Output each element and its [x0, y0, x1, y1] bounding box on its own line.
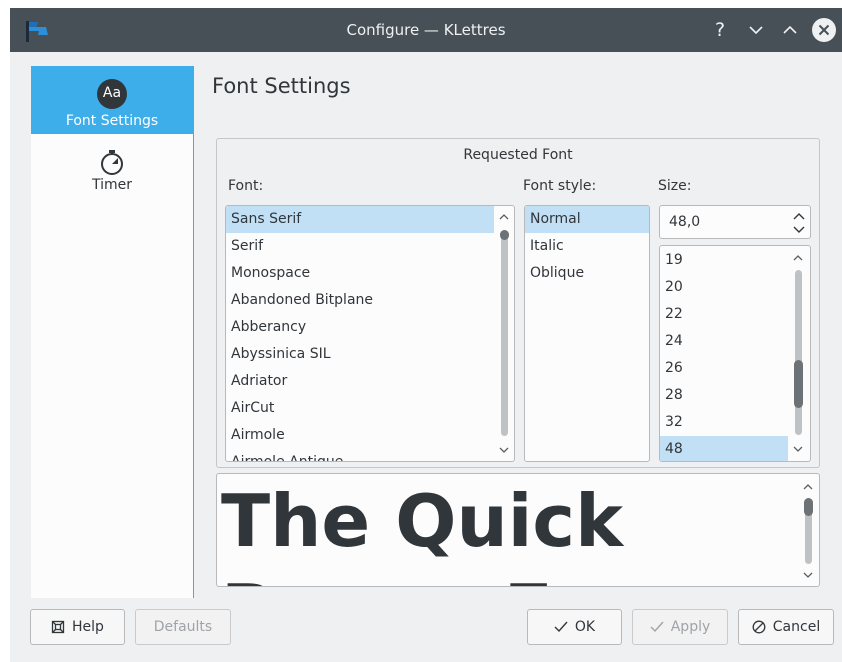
minimize-icon[interactable]: [743, 17, 769, 43]
list-item[interactable]: 24: [660, 328, 810, 355]
maximize-icon[interactable]: [777, 17, 803, 43]
font-style-list[interactable]: Normal Italic Oblique: [524, 205, 650, 462]
list-item[interactable]: Normal: [525, 206, 649, 233]
stopwatch-icon: [96, 146, 128, 178]
help-icon[interactable]: ?: [707, 17, 733, 43]
scroll-track[interactable]: [795, 270, 802, 435]
help-glyph: ?: [714, 19, 726, 41]
scroll-up-icon[interactable]: [799, 480, 817, 494]
cancel-button[interactable]: Cancel: [738, 609, 834, 645]
help-button[interactable]: Help: [30, 609, 125, 645]
scroll-up-icon[interactable]: [789, 251, 807, 265]
help-button-label: Help: [72, 619, 104, 635]
list-item[interactable]: 22: [660, 301, 810, 328]
font-style-label: Font style:: [523, 178, 597, 194]
list-item[interactable]: AirCut: [226, 395, 514, 422]
spin-arrows-icon[interactable]: [792, 210, 806, 236]
page-title: Font Settings: [212, 74, 351, 98]
list-item[interactable]: Sans Serif: [226, 206, 494, 233]
preview-text-line1: The Quick: [221, 479, 623, 563]
list-item[interactable]: Adriator: [226, 368, 514, 395]
apply-button-label: Apply: [670, 619, 711, 635]
list-item[interactable]: 48: [660, 436, 788, 461]
checkmark-icon: [554, 621, 568, 633]
font-size-spinbox[interactable]: 48,0: [659, 205, 811, 239]
scroll-thumb[interactable]: [500, 230, 509, 240]
list-item[interactable]: Abberancy: [226, 314, 514, 341]
list-item[interactable]: Oblique: [525, 260, 649, 287]
apply-button[interactable]: Apply: [632, 609, 728, 645]
scroll-up-icon[interactable]: [495, 210, 513, 224]
close-icon[interactable]: [811, 17, 837, 43]
title-bar[interactable]: Configure — KLettres ?: [10, 8, 842, 52]
font-label: Font:: [228, 178, 264, 194]
defaults-button[interactable]: Defaults: [135, 609, 231, 645]
ok-button-label: OK: [574, 619, 596, 635]
preview-text-line2: Brown Fox: [221, 562, 646, 586]
font-aa-icon: Aa: [96, 78, 128, 110]
cancel-button-label: Cancel: [772, 619, 821, 635]
scroll-down-icon[interactable]: [789, 442, 807, 456]
configure-dialog: Configure — KLettres ? Aa Font Settings: [10, 8, 842, 662]
font-size-list[interactable]: 19 20 22 24 26 28 32 48: [659, 245, 811, 462]
requested-font-group: Requested Font Font: Font style: Size: S…: [216, 138, 820, 468]
sidebar-item-label: Font Settings: [65, 113, 159, 129]
font-size-value[interactable]: 48,0: [669, 214, 700, 230]
font-family-list[interactable]: Sans Serif Serif Monospace Abandoned Bit…: [225, 205, 515, 462]
defaults-button-label: Defaults: [153, 619, 213, 635]
scroll-thumb[interactable]: [794, 360, 803, 408]
list-item[interactable]: 19: [660, 247, 810, 274]
list-item[interactable]: Abandoned Bitplane: [226, 287, 514, 314]
size-list-scrollbar[interactable]: [789, 246, 807, 461]
list-item[interactable]: Monospace: [226, 260, 514, 287]
list-item[interactable]: 32: [660, 409, 810, 436]
list-item[interactable]: Abyssinica SIL: [226, 341, 514, 368]
list-item[interactable]: Airmole: [226, 422, 514, 449]
list-item[interactable]: 28: [660, 382, 810, 409]
list-item[interactable]: 26: [660, 355, 810, 382]
scroll-thumb[interactable]: [804, 498, 813, 516]
font-list-scrollbar[interactable]: [495, 206, 513, 461]
font-preview[interactable]: The Quick Brown Fox: [216, 473, 820, 587]
list-item[interactable]: Airmole Antique: [226, 449, 514, 461]
list-item[interactable]: Italic: [525, 233, 649, 260]
ok-button[interactable]: OK: [527, 609, 622, 645]
scroll-down-icon[interactable]: [495, 443, 513, 457]
sidebar: Aa Font Settings Timer: [31, 66, 194, 598]
preview-scrollbar[interactable]: [799, 474, 817, 586]
list-item[interactable]: 20: [660, 274, 810, 301]
lifebuoy-icon: [51, 620, 65, 634]
cancel-icon: [752, 620, 766, 634]
scroll-down-icon[interactable]: [799, 568, 817, 582]
group-title: Requested Font: [463, 147, 573, 163]
sidebar-item-font-settings[interactable]: Aa Font Settings: [31, 66, 193, 134]
font-aa-glyph: Aa: [102, 85, 122, 101]
checkmark-icon: [650, 621, 664, 633]
scroll-track[interactable]: [501, 230, 508, 436]
size-label: Size:: [658, 178, 692, 194]
sidebar-item-label: Timer: [91, 177, 133, 193]
list-item[interactable]: Serif: [226, 233, 514, 260]
sidebar-item-timer[interactable]: Timer: [31, 140, 193, 208]
